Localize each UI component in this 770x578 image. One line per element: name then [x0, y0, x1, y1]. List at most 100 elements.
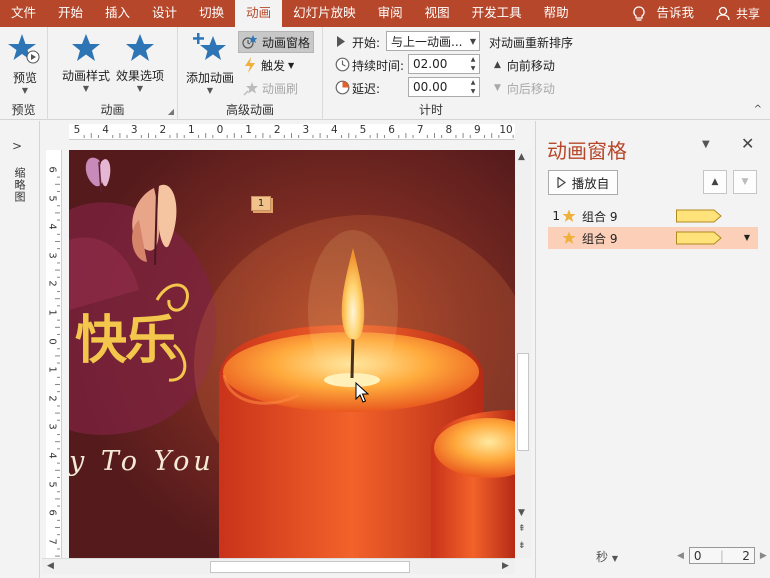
chevron-down-icon: ▼	[469, 37, 476, 46]
move-earlier-button[interactable]: ▲ 向前移动	[491, 54, 558, 76]
start-label: 开始:	[352, 36, 381, 50]
ruler-number: 7	[416, 124, 424, 136]
timeline-end: 2	[742, 548, 750, 563]
star-icon	[126, 34, 154, 61]
slide-title-text[interactable]: 快乐	[75, 298, 177, 373]
preview-group: 预览 ▼ 预览	[0, 27, 48, 120]
animation-item-index: 1	[552, 209, 560, 223]
slide-canvas[interactable]: 快乐 y To You 1	[69, 150, 515, 558]
tab-transitions[interactable]: 切换	[188, 0, 235, 27]
animation-pane-button[interactable]: 动画窗格	[238, 31, 315, 53]
vertical-ruler: 6 5 4 3 2 1 0 1 2 3 4 5 6 7	[46, 150, 62, 558]
chevron-down-icon[interactable]: ▼	[744, 233, 750, 242]
delay-value: 00.00	[413, 80, 448, 94]
close-icon[interactable]: ✕	[741, 134, 754, 153]
tab-design[interactable]: 设计	[141, 0, 188, 27]
time-unit-dropdown[interactable]: 秒 ▼	[596, 548, 618, 565]
ruler-number: 1	[46, 366, 58, 373]
play-icon	[557, 177, 566, 188]
timeline-right-icon[interactable]: ▶	[760, 551, 767, 561]
move-down-button[interactable]: ▼	[733, 170, 757, 194]
preview-button[interactable]: 预览 ▼	[8, 33, 42, 95]
add-star-icon	[193, 33, 226, 60]
clock-icon	[335, 57, 350, 72]
timing-bar	[676, 209, 722, 223]
add-animation-button[interactable]: 添加动画 ▼	[186, 33, 234, 95]
effect-options-button[interactable]: 效果选项 ▼	[116, 33, 164, 93]
animation-item-name: 组合 9	[582, 231, 618, 246]
chevron-down-icon: ▼	[206, 86, 214, 95]
tab-help[interactable]: 帮助	[533, 0, 580, 27]
trigger-button[interactable]: 触发 ▼	[240, 54, 297, 76]
scroll-down-icon[interactable]: ▼	[518, 508, 525, 518]
tab-home[interactable]: 开始	[47, 0, 94, 27]
collapse-ribbon-icon[interactable]: ^	[754, 104, 762, 115]
animation-painter-button[interactable]: 动画刷	[240, 77, 301, 99]
horizontal-scroll-thumb[interactable]	[210, 561, 410, 573]
painter-star-icon	[243, 81, 258, 96]
ruler-number: 1	[245, 124, 252, 136]
ruler-number: 1	[46, 309, 58, 316]
horizontal-scrollbar[interactable]: ◀ ▶	[42, 558, 515, 574]
vertical-scroll-thumb[interactable]	[517, 353, 529, 451]
ruler-number: 2	[46, 280, 58, 288]
move-later-button[interactable]: ▼ 向后移动	[491, 77, 558, 99]
tab-developer[interactable]: 开发工具	[461, 0, 533, 27]
move-earlier-label: 向前移动	[506, 58, 555, 73]
effect-star-icon	[562, 209, 576, 222]
ruler-number: 3	[46, 252, 58, 259]
tab-slideshow[interactable]: 幻灯片放映	[282, 0, 367, 27]
tab-review[interactable]: 审阅	[367, 0, 414, 27]
spin-arrows-icon[interactable]: ▲ ▼	[467, 78, 479, 96]
start-dropdown[interactable]: 与上一动画... ▼	[386, 31, 480, 51]
animation-order-badge[interactable]: 1	[251, 196, 271, 211]
delay-input[interactable]: 00.00 ▲ ▼	[408, 77, 480, 97]
animation-painter-label: 动画刷	[262, 81, 299, 96]
animation-group: 动画样式 ▼ 效果选项 ▼ 动画 ◢	[48, 27, 178, 120]
ruler-number: 6	[46, 509, 58, 516]
vertical-scrollbar[interactable]: ▲ ▼ ⇞ ⇟	[515, 150, 531, 558]
animation-list-item[interactable]: 1 组合 9	[548, 205, 758, 227]
slide-subtitle-text[interactable]: y To You	[69, 446, 215, 477]
ruler-number: 4	[331, 124, 338, 136]
share-button[interactable]: 共享	[706, 5, 770, 22]
share-label: 共享	[735, 7, 760, 21]
tab-animations[interactable]: 动画	[235, 0, 283, 27]
previous-slide-icon[interactable]: ⇞	[518, 524, 526, 534]
pane-options-chevron-icon[interactable]: ▼	[702, 139, 710, 150]
menu-bar: 文件 开始 插入 设计 切换 动画 幻灯片放映 审阅 视图 开发工具 帮助 告诉…	[0, 0, 770, 27]
preview-star-icon	[8, 34, 40, 64]
scroll-up-icon[interactable]: ▲	[518, 152, 525, 162]
next-slide-icon[interactable]: ⇟	[518, 541, 526, 551]
ribbon: 预览 ▼ 预览 动画样式 ▼ 效果选项 ▼ 动画 ◢ 添加动画 ▼ 动画窗格 触…	[0, 27, 770, 120]
thumbnail-label[interactable]: 缩略图	[11, 167, 27, 203]
tab-file[interactable]: 文件	[0, 0, 47, 27]
dialog-launcher-icon[interactable]: ◢	[168, 107, 174, 116]
scroll-right-icon[interactable]: ▶	[502, 561, 509, 571]
star-icon	[72, 34, 100, 61]
chevron-down-icon: ▼	[82, 84, 90, 93]
duration-input[interactable]: 02.00 ▲ ▼	[408, 54, 480, 74]
play-from-button[interactable]: 播放自	[548, 170, 618, 195]
tab-insert[interactable]: 插入	[94, 0, 141, 27]
lightbulb-icon	[633, 5, 646, 21]
timeline-divider: |	[719, 548, 724, 563]
animation-list-item-selected[interactable]: 组合 9 ▼	[548, 227, 758, 249]
effect-options-label: 效果选项	[116, 69, 165, 83]
thumbnail-strip: > 缩略图	[0, 121, 40, 578]
tell-me-label: 告诉我	[656, 5, 694, 20]
spin-arrows-icon[interactable]: ▲ ▼	[467, 55, 479, 73]
animation-styles-button[interactable]: 动画样式 ▼	[62, 33, 110, 93]
ruler-number: 4	[46, 223, 58, 230]
ruler-number: 0	[216, 124, 224, 136]
tell-me-box[interactable]: 告诉我	[624, 0, 706, 27]
v-ruler-ticks	[55, 176, 60, 557]
advanced-animation-group: 添加动画 ▼ 动画窗格 触发 ▼ 动画刷 高级动画	[178, 27, 323, 120]
timeline-left-icon[interactable]: ◀	[677, 551, 684, 561]
horizontal-ruler: 5 4 3 2 1 0 1 2 3 4 5 6 7 8 9 10	[69, 124, 515, 140]
ruler-number: 5	[46, 194, 58, 202]
expand-arrow-icon[interactable]: >	[12, 139, 22, 153]
scroll-left-icon[interactable]: ◀	[47, 561, 54, 571]
tab-view[interactable]: 视图	[414, 0, 461, 27]
move-up-button[interactable]: ▲	[703, 170, 727, 194]
